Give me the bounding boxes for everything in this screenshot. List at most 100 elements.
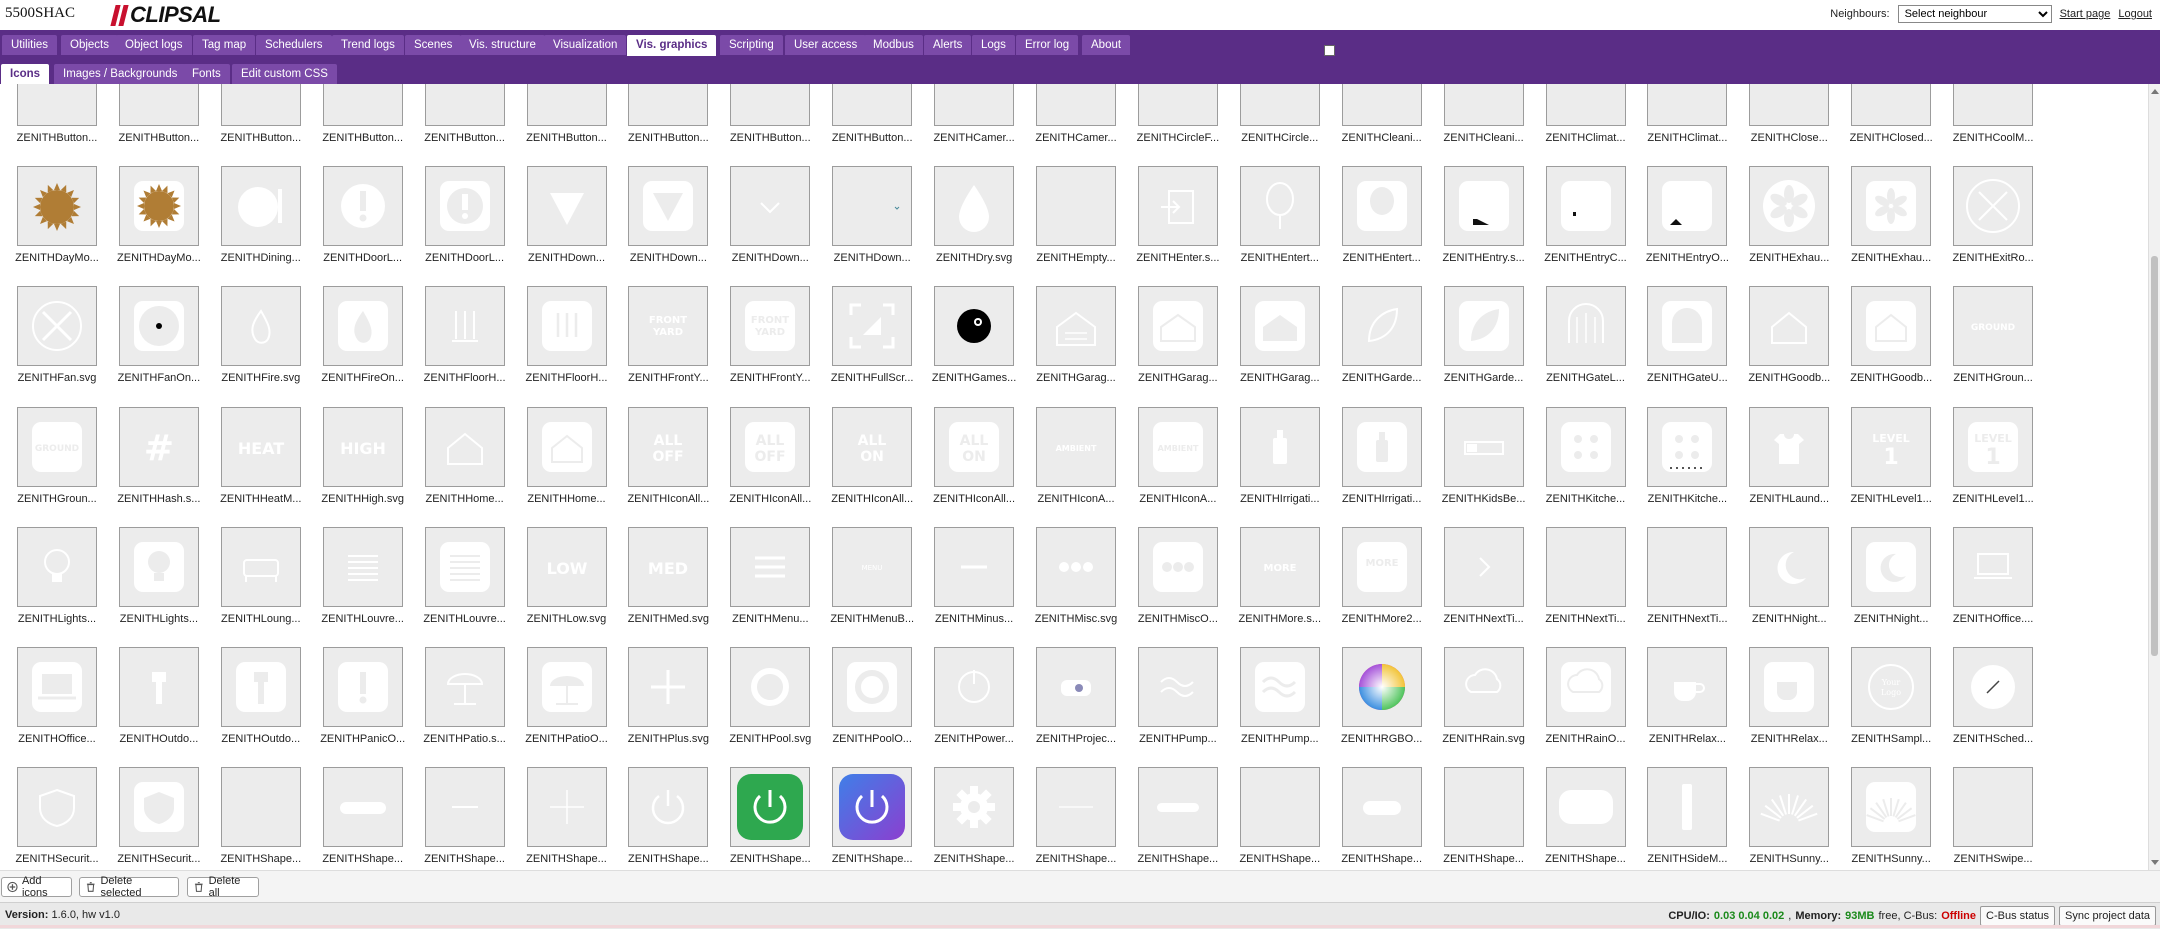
icon-thumbnail[interactable]: SAMPLE — [1749, 84, 1830, 126]
icon-tile[interactable]: ZENITHSwipe... — [1936, 767, 2038, 870]
icon-thumbnail[interactable]: SAMPLE — [1953, 84, 2034, 126]
icon-thumbnail[interactable] — [526, 286, 607, 367]
icon-thumbnail[interactable] — [1749, 166, 1830, 247]
tab-scripting[interactable]: Scripting — [720, 35, 783, 55]
icon-tile[interactable]: ZENITHOffice... — [0, 647, 102, 757]
icon-tile[interactable]: AMBIENT ZENITHIconA... — [1121, 406, 1223, 517]
icon-thumbnail[interactable] — [1239, 406, 1320, 487]
icon-tile[interactable]: ZENITHFloorH... — [408, 286, 510, 396]
icon-tile[interactable]: ZENITHSched... — [1936, 647, 2038, 757]
icon-tile[interactable]: ZENITHEnter.s... — [1121, 166, 1223, 276]
icon-thumbnail[interactable] — [1749, 526, 1830, 607]
icon-thumbnail[interactable] — [1341, 166, 1422, 247]
icon-tile[interactable]: ZENITHSecurit... — [0, 767, 102, 870]
icon-thumbnail[interactable]: MORE — [1239, 526, 1320, 607]
icon-tile[interactable]: SAMPLE ZENITHClose... — [1732, 84, 1834, 156]
icon-thumbnail[interactable] — [1647, 406, 1728, 487]
start-page-link[interactable]: Start page — [2060, 8, 2111, 20]
icon-tile[interactable]: ZENITHCircle... — [1223, 84, 1325, 156]
icon-tile[interactable]: ZENITHFullScr... — [815, 286, 917, 396]
icon-thumbnail[interactable] — [1545, 647, 1626, 727]
icon-thumbnail[interactable] — [730, 166, 811, 247]
icon-thumbnail[interactable] — [1749, 406, 1830, 487]
resize-handle[interactable] — [1324, 45, 1335, 56]
icon-thumbnail[interactable] — [424, 286, 505, 367]
icon-thumbnail[interactable] — [1851, 526, 1932, 607]
icon-thumbnail[interactable]: AMBIENT — [1137, 406, 1218, 487]
icon-thumbnail[interactable]: MENU — [832, 526, 913, 607]
icon-thumbnail[interactable]: HIGH — [322, 406, 403, 487]
icon-tile[interactable]: ZENITHCircleF... — [1121, 84, 1223, 156]
icon-thumbnail[interactable] — [526, 84, 607, 126]
icon-thumbnail[interactable] — [118, 286, 199, 367]
icon-thumbnail[interactable] — [17, 647, 97, 727]
icon-tile[interactable]: LEVEL 1 ZENITHLevel1... — [1834, 406, 1936, 517]
icon-tile[interactable]: ZENITHNight... — [1834, 526, 1936, 637]
icon-tile[interactable]: ZENITHButton... — [0, 84, 102, 156]
icon-thumbnail[interactable] — [934, 286, 1015, 367]
icon-thumbnail[interactable] — [730, 647, 811, 727]
icon-thumbnail[interactable] — [1443, 286, 1524, 367]
icon-tile[interactable]: ZENITHGateU... — [1630, 286, 1732, 396]
icon-thumbnail[interactable]: ALL OFF — [730, 406, 811, 487]
icon-tile[interactable]: ZENITHRain.svg — [1427, 647, 1529, 757]
icon-thumbnail[interactable]: LEVEL 1 — [1953, 406, 2034, 487]
icon-tile[interactable]: ZENITHDoorL... — [306, 166, 408, 276]
icon-tile[interactable]: ZENITHPatioO... — [510, 647, 612, 757]
icon-tile[interactable]: ZENITHGateL... — [1529, 286, 1631, 396]
icon-thumbnail[interactable] — [17, 84, 97, 126]
icon-tile[interactable]: ZENITHButton... — [510, 84, 612, 156]
icon-tile[interactable]: ZENITHSunny... — [1732, 767, 1834, 870]
icon-thumbnail[interactable]: GROUND — [17, 406, 97, 487]
icon-tile[interactable]: ZENITHEmpty... — [1019, 166, 1121, 276]
icon-thumbnail[interactable] — [832, 647, 913, 727]
icon-thumbnail[interactable] — [1036, 767, 1116, 848]
logout-link[interactable]: Logout — [2118, 8, 2152, 20]
icon-tile[interactable]: SAMPLE ZENITHCoolM... — [1936, 84, 2038, 156]
icon-tile[interactable]: ZENITHPlus.svg — [611, 647, 713, 757]
icon-tile[interactable]: ZENITHDayMo... — [0, 166, 102, 276]
icon-tile[interactable]: ZENITHEntry.s... — [1427, 166, 1529, 276]
icon-tile[interactable]: ZENITHPool.svg — [713, 647, 815, 757]
icon-thumbnail[interactable]: ALL OFF — [628, 406, 709, 487]
icon-tile[interactable]: ZENITHKitche... — [1529, 406, 1631, 517]
icon-thumbnail[interactable] — [1749, 647, 1830, 727]
icon-tile[interactable]: ZENITHGarde... — [1427, 286, 1529, 396]
icon-tile[interactable]: LOW ZENITHLow.svg — [510, 526, 612, 637]
icon-thumbnail[interactable] — [424, 406, 505, 487]
icon-thumbnail[interactable] — [17, 166, 97, 247]
icon-tile[interactable]: ZENITHHome... — [510, 406, 612, 517]
icon-tile[interactable]: ZENITHRainO... — [1529, 647, 1631, 757]
icon-thumbnail[interactable] — [1036, 647, 1116, 727]
icon-tile[interactable]: ZENITHMenu... — [713, 526, 815, 637]
tab-object-logs[interactable]: Object logs — [116, 35, 192, 55]
icon-tile[interactable]: GROUND ZENITHGroun... — [1936, 286, 2038, 396]
icon-thumbnail[interactable] — [628, 647, 709, 727]
icon-thumbnail[interactable] — [424, 647, 505, 727]
tab-alerts[interactable]: Alerts — [924, 35, 972, 55]
icon-thumbnail[interactable] — [1851, 286, 1932, 367]
icon-thumbnail[interactable] — [17, 526, 97, 607]
icon-tile[interactable]: ZENITHShape... — [510, 767, 612, 870]
tab-vis-graphics[interactable]: Vis. graphics — [627, 35, 717, 56]
icon-tile[interactable]: ZENITHSunny... — [1834, 767, 1936, 870]
icon-tile[interactable]: ZENITHDoorL... — [408, 166, 510, 276]
icon-tile[interactable]: ZENITHLights... — [0, 526, 102, 637]
icon-thumbnail[interactable] — [1749, 767, 1830, 848]
icon-tile[interactable]: ZENITHButton... — [815, 84, 917, 156]
icon-tile[interactable]: FRONT YARD ZENITHFrontY... — [713, 286, 815, 396]
icon-thumbnail[interactable] — [730, 767, 811, 848]
icon-tile[interactable]: ZENITHKidsBe... — [1427, 406, 1529, 517]
tab-utilities[interactable]: Utilities — [2, 35, 58, 55]
icon-thumbnail[interactable] — [118, 526, 199, 607]
icon-tile[interactable]: ZENITHMisc.svg — [1019, 526, 1121, 637]
icon-thumbnail[interactable] — [424, 84, 505, 126]
icon-tile[interactable]: ZENITHGames... — [917, 286, 1019, 396]
icon-tile[interactable]: MED ZENITHMed.svg — [611, 526, 713, 637]
icon-thumbnail[interactable] — [934, 84, 1015, 126]
icon-thumbnail[interactable] — [526, 166, 607, 247]
icon-thumbnail[interactable]: ALL ON — [832, 406, 913, 487]
icon-tile[interactable]: LEVEL 1 ZENITHLevel1... — [1936, 406, 2038, 517]
icon-tile[interactable]: ZENITHOutdo... — [204, 647, 306, 757]
icon-thumbnail[interactable] — [1545, 406, 1626, 487]
